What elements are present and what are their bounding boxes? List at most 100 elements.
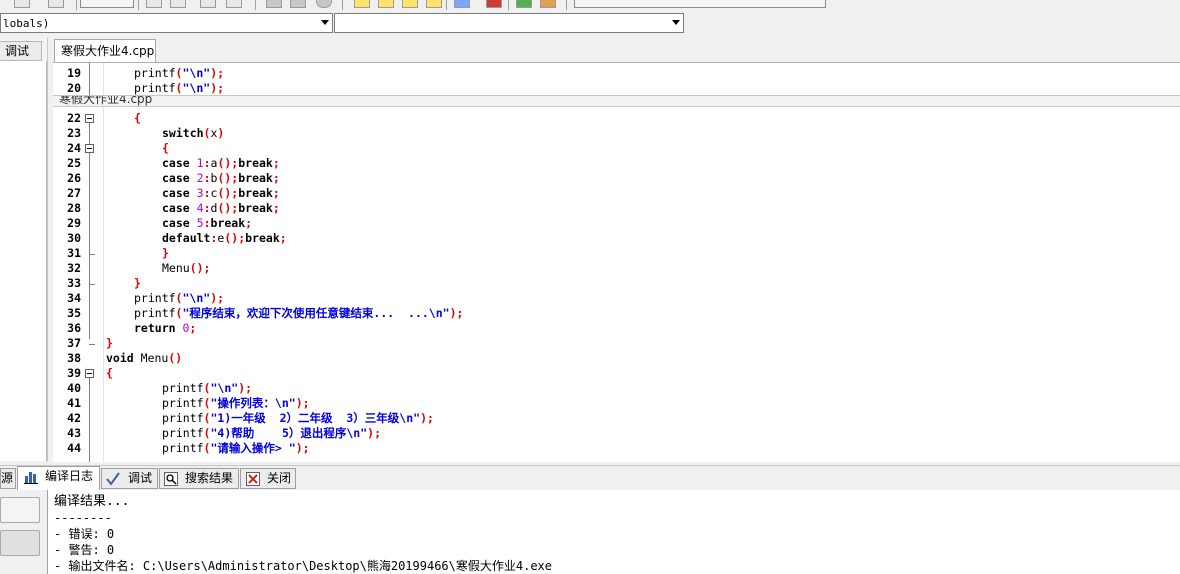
toolbar-button[interactable] [48, 0, 64, 8]
code-line: case 4:d();break; [162, 201, 280, 215]
fold-collapse-icon[interactable] [85, 369, 94, 378]
code-line: } [134, 276, 141, 290]
code-line: default:e();break; [162, 231, 287, 245]
code-line: printf("4)帮助 5）退出程序\n"); [162, 426, 382, 440]
output-line: 编译结果... [54, 494, 130, 509]
toolbar-button[interactable] [226, 0, 242, 8]
chevron-down-icon [672, 20, 680, 25]
editor-split-bar[interactable]: 寒假大作业4.cpp [53, 95, 1180, 107]
left-panel-body [0, 61, 47, 461]
output-line: - 输出文件名: C:\Users\Administrator\Desktop\… [54, 559, 553, 573]
tab-compile-log[interactable]: 编译日志 [17, 466, 100, 490]
code-line: case 5:break; [162, 216, 253, 230]
close-icon [246, 472, 260, 486]
fold-end [89, 284, 95, 285]
code-line: printf("1)一年级 2）二年级 3）三年级\n"); [162, 411, 434, 425]
toolbar-button[interactable] [540, 0, 556, 8]
fold-collapse-icon[interactable] [85, 144, 94, 153]
line-number: 28 [67, 201, 81, 215]
code-line: { [106, 366, 113, 380]
line-number: 34 [67, 291, 81, 305]
toolbar-button[interactable] [14, 0, 30, 8]
tab-search-results[interactable]: 搜索结果 [159, 468, 239, 489]
toolbar-separator [255, 0, 256, 10]
toolbar-button[interactable] [402, 0, 418, 8]
scope-combo[interactable]: lobals) [0, 13, 333, 33]
toolbar-button[interactable] [378, 0, 394, 8]
code-line: printf("\n"); [162, 381, 253, 395]
fold-collapse-icon[interactable] [85, 114, 94, 123]
line-number: 27 [67, 186, 81, 200]
output-side-button[interactable] [0, 497, 40, 523]
line-number: 30 [67, 231, 81, 245]
toolbar-button[interactable] [200, 0, 216, 8]
toolbar-separator [342, 0, 343, 10]
line-number: 44 [67, 441, 81, 455]
tab-close[interactable]: 关闭 [240, 468, 296, 489]
code-line: Menu(); [162, 261, 211, 275]
code-line: switch(x) [162, 126, 225, 140]
line-number: 41 [67, 396, 81, 410]
toolbar-button[interactable] [454, 0, 470, 8]
tab-label: 调试 [128, 471, 153, 485]
line-number: 23 [67, 126, 81, 140]
output-line: - 错误: 0 [54, 527, 115, 541]
fold-line [89, 63, 90, 96]
code-line: case 3:c();break; [162, 186, 280, 200]
line-number: 26 [67, 171, 81, 185]
output-line: - 警告: 0 [54, 543, 115, 557]
line-number: 42 [67, 411, 81, 425]
split-ghost-tab: 寒假大作业4.cpp [59, 95, 153, 106]
code-line: printf("操作列表：\n"); [162, 396, 310, 410]
line-number: 33 [67, 276, 81, 290]
toolbar [0, 0, 1180, 12]
line-number: 37 [67, 336, 81, 350]
code-line: printf("\n"); [134, 81, 225, 95]
line-number: 29 [67, 216, 81, 230]
check-icon [106, 472, 120, 486]
toolbar-button[interactable] [316, 0, 332, 8]
toolbar-button[interactable] [266, 0, 282, 8]
toolbar-button[interactable] [290, 0, 306, 8]
member-combo[interactable] [334, 13, 684, 33]
toolbar-button[interactable] [486, 0, 502, 8]
compile-output: 编译结果... -------- - 错误: 0 - 警告: 0 - 输出文件名… [47, 490, 1180, 574]
chart-icon [24, 472, 38, 484]
code-editor[interactable]: 19 printf("\n"); 20 printf("\n"); 22 { 2… [53, 62, 1180, 462]
line-number: 35 [67, 306, 81, 320]
line-number: 31 [67, 246, 81, 260]
chevron-down-icon [321, 20, 329, 25]
toolbar-button[interactable] [354, 0, 370, 8]
code-line: return 0; [134, 321, 197, 335]
toolbar-field[interactable] [574, 0, 826, 8]
search-icon [164, 472, 178, 486]
tab-label: 搜索结果 [185, 471, 234, 485]
code-line: { [162, 141, 169, 155]
code-line: printf("请输入操作> "); [162, 441, 310, 455]
gutter-separator [103, 63, 104, 462]
code-line: { [134, 111, 141, 125]
toolbar-separator [446, 0, 447, 10]
fold-line [89, 123, 90, 339]
line-number: 24 [67, 141, 81, 155]
toolbar-button[interactable] [516, 0, 532, 8]
tab-label: 关闭 [267, 471, 292, 485]
code-line: } [106, 336, 113, 350]
toolbar-field[interactable] [80, 0, 134, 8]
fold-end [89, 344, 95, 345]
toolbar-button[interactable] [170, 0, 186, 8]
toolbar-button[interactable] [426, 0, 442, 8]
code-line: printf("程序结束，欢迎下次使用任意键结束... ...\n"); [134, 306, 464, 320]
editor-file-tab[interactable]: 寒假大作业4.cpp [54, 39, 156, 63]
toolbar-separator [566, 0, 567, 10]
tab-debug[interactable]: 调试 [101, 468, 158, 489]
output-side-button[interactable] [0, 530, 40, 556]
left-tab-debug[interactable]: 调试 [0, 41, 42, 61]
toolbar-button[interactable] [146, 0, 162, 8]
toolbar-separator [76, 0, 77, 10]
scope-combo-value: lobals) [3, 17, 50, 30]
line-number: 40 [67, 381, 81, 395]
fold-end [89, 254, 95, 255]
tab-source[interactable]: 源 [0, 468, 16, 489]
line-number: 25 [67, 156, 81, 170]
